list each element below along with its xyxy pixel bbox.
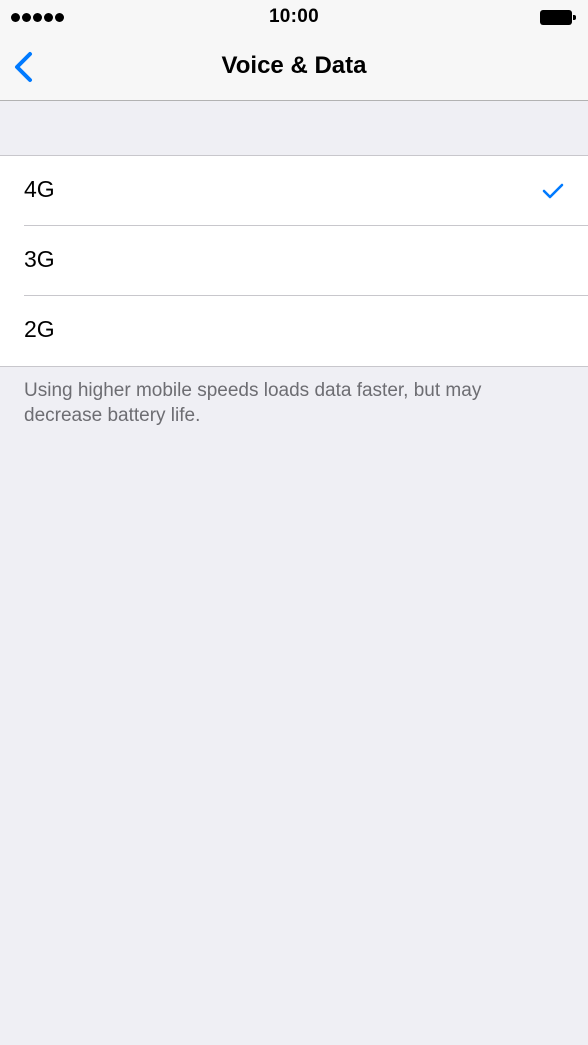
option-row-4g[interactable]: 4G: [0, 156, 588, 226]
option-row-3g[interactable]: 3G: [0, 226, 588, 296]
page-title: Voice & Data: [221, 52, 367, 79]
status-time: 10:00: [268, 6, 320, 27]
navigation-bar: Voice & Data: [0, 36, 588, 101]
network-options-list: 4G 3G 2G: [0, 155, 588, 367]
option-label: 3G: [24, 246, 55, 272]
status-bar: 10:00: [0, 0, 588, 36]
footer-note: Using higher mobile speeds loads data fa…: [24, 380, 482, 426]
battery-icon: [540, 10, 576, 25]
option-label: 2G: [24, 316, 55, 342]
option-label: 4G: [24, 176, 55, 202]
checkmark-icon: [542, 183, 564, 199]
option-row-2g[interactable]: 2G: [0, 296, 588, 366]
